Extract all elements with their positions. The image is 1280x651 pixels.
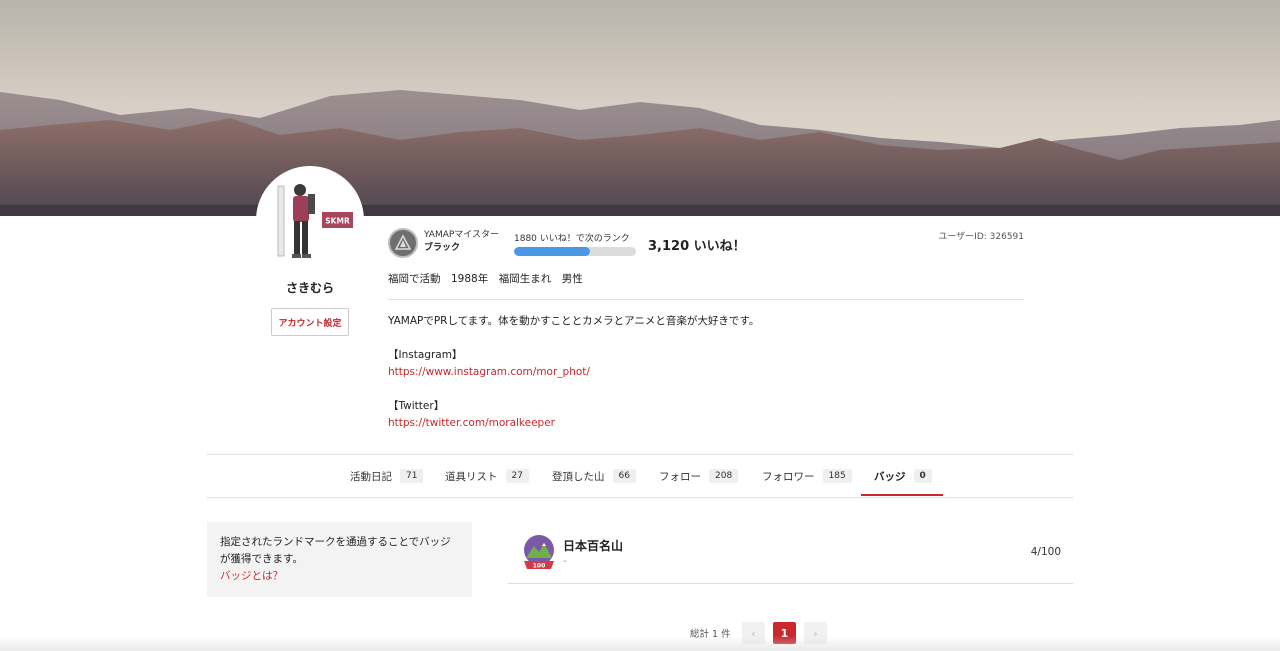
- badge-emblem-text: 100: [533, 563, 546, 570]
- badge-help-link[interactable]: バッジとは？: [220, 568, 459, 585]
- active-tab-indicator: [861, 494, 943, 496]
- rank-progress-fill: [514, 247, 590, 256]
- tab-gear-list[interactable]: 道具リスト 27: [445, 455, 529, 497]
- tab-label: 活動日記: [350, 470, 392, 483]
- bio-intro: YAMAPでPRしてます。体を動かすこととカメラとアニメと音楽が大好きです。: [388, 315, 760, 327]
- likes-total: 3,120 いいね！: [648, 239, 746, 254]
- divider: [207, 454, 1073, 455]
- bottom-shade: [0, 636, 1280, 651]
- tab-label: フォロワー: [762, 470, 815, 483]
- rank-icon: [388, 228, 418, 258]
- tab-label: 登頂した山: [552, 470, 605, 483]
- tab-climbed-mountains[interactable]: 登頂した山 66: [552, 455, 636, 497]
- user-id: ユーザーID: 326591: [938, 232, 1024, 242]
- tab-label: 道具リスト: [445, 470, 498, 483]
- divider: [207, 497, 1073, 498]
- next-rank-text: 1880 いいね！で次のランク: [514, 234, 630, 244]
- instagram-link[interactable]: https://www.instagram.com/mor_phot/: [388, 364, 1024, 381]
- avatar[interactable]: SKMR: [256, 166, 364, 274]
- twitter-heading: 【Twitter】: [388, 400, 445, 412]
- rank-level: ブラック: [424, 243, 461, 253]
- twitter-link[interactable]: https://twitter.com/moralkeeper: [388, 415, 1024, 432]
- username: さきむら: [285, 281, 334, 295]
- mountain-badge-icon: 100: [524, 535, 554, 570]
- instagram-heading: 【Instagram】: [388, 349, 463, 361]
- tab-count: 208: [709, 469, 739, 483]
- rank-progress-bar: [514, 247, 636, 256]
- account-settings-button[interactable]: アカウント設定: [271, 308, 349, 336]
- divider: [388, 299, 1024, 300]
- cover-image: [0, 0, 1280, 216]
- tab-count: 0: [913, 469, 932, 483]
- tab-badges[interactable]: バッジ 0: [874, 455, 932, 497]
- list-item[interactable]: 100 日本百名山 - 4/100: [508, 530, 1073, 584]
- tab-count: 27: [505, 469, 529, 483]
- rank-title: YAMAPマイスター: [424, 230, 500, 240]
- tab-followers[interactable]: フォロワー 185: [762, 455, 852, 497]
- tab-count: 66: [612, 469, 636, 483]
- bio: YAMAPでPRしてます。体を動かすこととカメラとアニメと音楽が大好きです。 【…: [388, 313, 1024, 432]
- tab-count: 71: [400, 469, 424, 483]
- badge-info-box: 指定されたランドマークを通過することでバッジが獲得できます。 バッジとは？: [207, 522, 472, 597]
- badge-progress: 4/100: [1030, 546, 1061, 558]
- badge-subtext: -: [563, 556, 567, 567]
- badge-name: 日本百名山: [563, 539, 624, 553]
- tab-label: フォロー: [659, 470, 701, 483]
- badge-info-text: 指定されたランドマークを通過することでバッジが獲得できます。: [220, 536, 451, 565]
- tab-count: 185: [822, 469, 852, 483]
- tab-label: バッジ: [874, 470, 906, 483]
- profile-meta: 福岡で活動 1988年 福岡生まれ 男性: [388, 273, 583, 285]
- tab-following[interactable]: フォロー 208: [659, 455, 739, 497]
- avatar-tag: SKMR: [325, 217, 350, 226]
- rank-label: YAMAPマイスター ブラック: [424, 229, 499, 255]
- tab-activity-diary[interactable]: 活動日記 71: [350, 455, 424, 497]
